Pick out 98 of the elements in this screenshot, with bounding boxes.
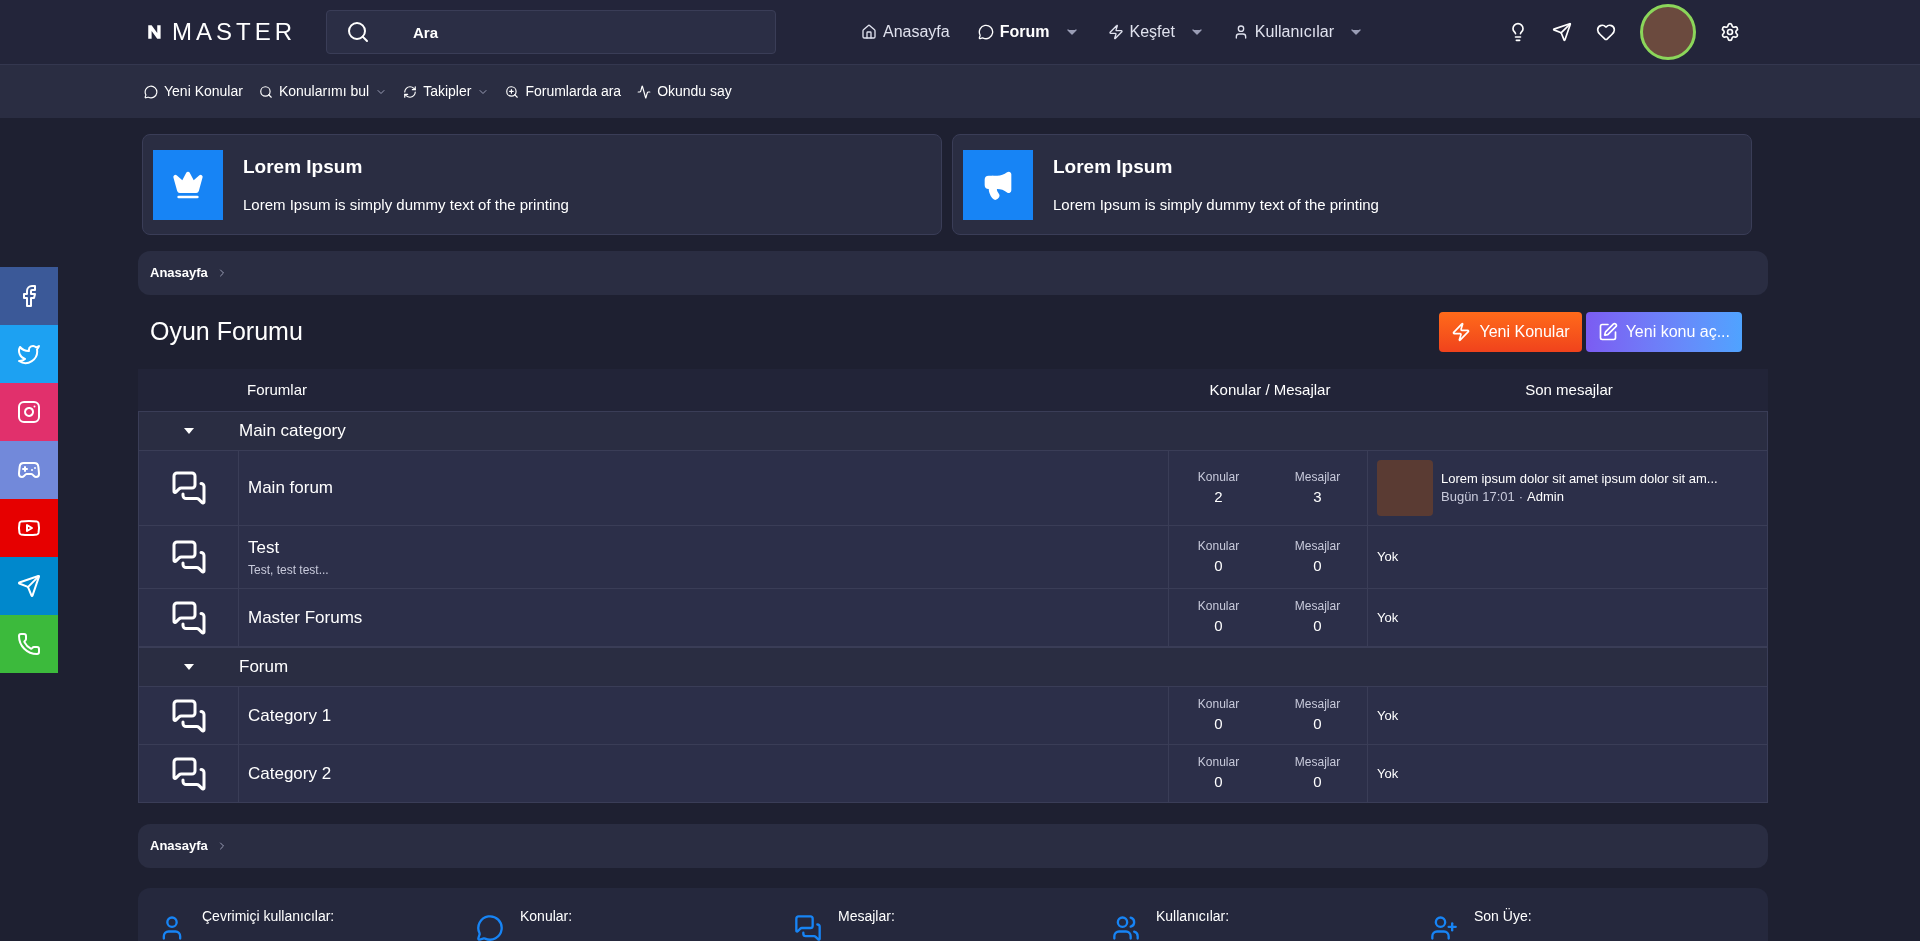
sub-nav-link[interactable]: Takipler: [403, 81, 490, 102]
column-header: Son mesajlar: [1524, 379, 1614, 400]
separator-dot: ·: [1518, 488, 1524, 506]
speech-bubbles-icon: [170, 470, 207, 506]
stat-label: Mesajlar: [1294, 537, 1341, 555]
forum-title[interactable]: Test: [248, 535, 1159, 561]
stat-label: Mesajlar: [1294, 468, 1341, 486]
stat-value: 0: [1214, 714, 1223, 735]
category-title: Main category: [239, 420, 346, 443]
forum-title[interactable]: Master Forums: [248, 604, 1159, 631]
search-field[interactable]: Ara: [326, 10, 776, 54]
sub-nav-link[interactable]: Yeni Konular: [144, 81, 243, 102]
stat-label: Mesajlar: [1294, 598, 1341, 616]
paper-plane-icon[interactable]: [1552, 22, 1572, 42]
category-row[interactable]: Forum: [139, 648, 1767, 686]
no-posts-text: Yok: [1377, 764, 1399, 783]
no-posts-text: Yok: [1377, 706, 1399, 725]
stat-label: Konular: [1197, 537, 1240, 555]
phone-icon: [17, 632, 41, 656]
column-header: Konular / Mesajlar: [1208, 379, 1332, 400]
category-title: Forum: [239, 656, 289, 679]
settings-icon[interactable]: [1720, 22, 1740, 42]
stat-value: 0: [1214, 616, 1223, 637]
stat-label: Konular: [1197, 598, 1240, 616]
sub-nav-link[interactable]: Konularımı bul: [258, 81, 388, 102]
notice-text: Lorem Ipsum is simply dummy text of the printing: [1053, 194, 1379, 215]
stat-value: 0: [1313, 555, 1322, 576]
stat-label: Çevrimiçi kullanıcılar:: [202, 907, 335, 926]
users-icon: [1112, 914, 1140, 941]
last-post-title[interactable]: Lorem ipsum dolor sit amet ipsum dolor sit am...: [1441, 470, 1718, 488]
last-post-date: Bugün 17:01: [1441, 488, 1515, 506]
no-posts-text: Yok: [1377, 608, 1399, 627]
speech-bubbles-icon: [170, 599, 207, 636]
avatar[interactable]: [1640, 4, 1696, 60]
edit-icon: [1597, 322, 1618, 342]
last-post-user[interactable]: Admin: [1527, 488, 1564, 506]
stat-value: 2: [1214, 486, 1223, 507]
notice-title: Lorem Ipsum: [1053, 155, 1174, 179]
speech-bubble-icon: [144, 84, 158, 99]
speech-bubbles-icon: [170, 755, 207, 792]
stat-label: Konular: [1197, 696, 1240, 714]
social-button[interactable]: [0, 499, 58, 557]
speech-bubble-icon: [476, 914, 504, 941]
stat-value: 0: [1214, 555, 1223, 576]
speech-bubble-icon: [977, 24, 994, 40]
sub-nav-link[interactable]: Okundu say: [637, 81, 732, 102]
stat-value: 0: [1313, 772, 1322, 793]
social-button[interactable]: [0, 441, 58, 499]
breadcrumb-link[interactable]: Anasayfa: [150, 836, 208, 856]
search-icon: [258, 84, 273, 99]
stat-value: 0: [1313, 714, 1322, 735]
search-icon: [346, 20, 370, 44]
lightning-icon: [1107, 24, 1124, 40]
nav-link[interactable]: Kullanıcılar: [1232, 20, 1364, 44]
stat-label: Mesajlar: [1294, 754, 1341, 772]
speech-bubbles-icon: [170, 539, 207, 575]
forum-description: Test, test test...: [248, 561, 330, 579]
instagram-icon: [17, 400, 41, 424]
notice-text: Lorem Ipsum is simply dummy text of the printing: [243, 194, 569, 215]
nav-link[interactable]: Forum: [977, 20, 1080, 44]
refresh-icon: [403, 84, 418, 99]
stat-value: 0: [1313, 616, 1322, 637]
nav-link[interactable]: Keşfet: [1107, 20, 1205, 44]
breadcrumb-link[interactable]: Anasayfa: [150, 263, 208, 283]
stat-label: Mesajlar: [1294, 696, 1341, 714]
stat-label: Kullanıcılar:: [1156, 907, 1230, 926]
column-header: Forumlar: [247, 379, 308, 400]
notice-title: Lorem Ipsum: [243, 155, 364, 179]
speech-bubbles-icon: [794, 914, 822, 941]
stat-value: 0: [1214, 772, 1223, 793]
heart-icon[interactable]: [1596, 22, 1616, 42]
lightning-icon: [1451, 322, 1472, 342]
no-posts-text: Yok: [1377, 548, 1399, 567]
forum-title[interactable]: Category 2: [248, 760, 1159, 787]
logo[interactable]: MASTER: [146, 14, 296, 50]
social-button[interactable]: [0, 383, 58, 441]
forum-title[interactable]: Main forum: [248, 475, 1159, 501]
social-button[interactable]: [0, 325, 58, 383]
social-button[interactable]: [0, 557, 58, 615]
category-row[interactable]: Main category: [139, 412, 1767, 450]
social-button[interactable]: [0, 267, 58, 325]
nav-link[interactable]: Anasayfa: [861, 20, 950, 44]
paper-plane-icon: [17, 574, 41, 598]
sub-nav-link[interactable]: Forumlarda ara: [505, 81, 622, 102]
home-icon: [861, 24, 877, 40]
twitter-icon: [17, 342, 41, 366]
stat-value: 3: [1313, 486, 1322, 507]
zigzag-icon: [637, 84, 652, 99]
page-title: Oyun Forumu: [150, 316, 303, 348]
stat-label: Son Üye:: [1474, 907, 1532, 926]
stat-label: Konular: [1197, 468, 1240, 486]
user-plus-icon: [1430, 914, 1458, 941]
stat-label: Konular:: [520, 907, 573, 926]
stat-label: Konular: [1197, 754, 1240, 772]
forum-title[interactable]: Category 1: [248, 702, 1159, 729]
zoom-icon: [505, 84, 520, 99]
stat-label: Mesajlar:: [838, 907, 895, 926]
speech-bubbles-icon: [170, 697, 207, 734]
